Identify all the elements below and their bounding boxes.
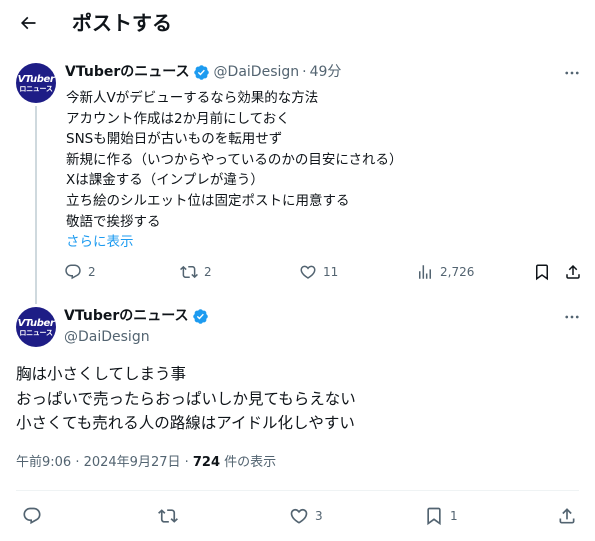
like-count: 11 [323, 265, 339, 279]
page-title: ポストする [72, 11, 172, 35]
like-button[interactable]: 11 [299, 263, 338, 281]
post-line: 敬語で挨拶する [66, 213, 161, 230]
avatar-text-top: VTuber [17, 73, 55, 85]
verified-badge-icon [193, 64, 210, 81]
display-name[interactable]: VTuberのニュース [64, 307, 189, 325]
bookmark-icon [536, 264, 548, 281]
post-line: SNSも開始日が古いものを転用せず [66, 131, 283, 148]
views-count[interactable]: 724 [193, 455, 220, 470]
like-icon [290, 508, 308, 524]
post-line: 新規に作る（いつからやっているのかの目安にされる） [66, 151, 403, 168]
post-header: VTuberのニュース [64, 307, 209, 325]
post-line: Xは課金する（インプレが違う） [66, 172, 264, 189]
more-icon [565, 315, 579, 319]
post-line: 胸は小さくしてしまう事 [16, 365, 187, 383]
avatar-text-bottom: ロニュース [19, 84, 53, 93]
back-arrow-icon [20, 16, 36, 30]
share-icon [566, 264, 580, 279]
views-label: 件の表示 [220, 455, 277, 470]
more-button[interactable] [561, 62, 583, 84]
repost-count: 2 [204, 265, 212, 279]
post-text: 胸は小さくしてしまう事 おっぱいで売ったらおっぱいしか見てもらえない 小さくても… [16, 362, 576, 436]
thread-line [35, 106, 37, 304]
reply-icon [65, 264, 81, 280]
more-icon [565, 71, 579, 75]
post-text: 今新人Vがデビューするなら効果的な方法 アカウント作成は2か月前にしておく SN… [66, 88, 566, 253]
bookmark-button[interactable] [533, 263, 551, 281]
repost-button[interactable] [158, 506, 184, 526]
bookmark-icon [427, 507, 441, 526]
post-line: 立ち絵のシルエット位は固定ポストに用意する [66, 192, 350, 209]
like-button[interactable]: 3 [289, 506, 323, 526]
avatar[interactable]: VTuber ロニュース [16, 307, 56, 347]
views-button[interactable]: 2,726 [416, 263, 474, 281]
post-timestamp[interactable]: 午前9:06 · 2024年9月27日 · [16, 455, 193, 470]
share-button[interactable] [564, 263, 582, 281]
post-line: アカウント作成は2か月前にしておく [66, 110, 290, 127]
author-handle[interactable]: @DaiDesign [214, 63, 300, 81]
post-line: 小さくても売れる人の路線はアイドル化しやすい [16, 414, 355, 432]
back-button[interactable] [14, 9, 42, 37]
top-bar: ポストする [0, 0, 595, 46]
avatar-text-bottom: ロニュース [19, 328, 53, 337]
bookmark-count: 1 [450, 509, 458, 523]
reply-icon [23, 507, 41, 525]
repost-button[interactable]: 2 [180, 263, 212, 281]
share-button[interactable] [557, 506, 577, 526]
post-line: おっぱいで売ったらおっぱいしか見てもらえない [16, 389, 356, 408]
views-count: 2,726 [440, 265, 475, 279]
avatar-text-top: VTuber [17, 317, 55, 329]
like-icon [300, 265, 316, 279]
post-time[interactable]: 49分 [310, 63, 342, 81]
repost-icon [158, 509, 178, 523]
reply-button[interactable]: 2 [64, 263, 96, 281]
separator-dot: · [302, 64, 307, 80]
verified-badge-icon [192, 308, 209, 325]
post-meta: 午前9:06 · 2024年9月27日 · 724 件の表示 [16, 454, 276, 472]
share-icon [559, 508, 575, 524]
repost-icon [180, 265, 198, 279]
views-icon [419, 265, 431, 279]
reply-button[interactable] [22, 506, 48, 526]
post-line: 今新人Vがデビューするなら効果的な方法 [66, 90, 319, 106]
post-header: VTuberのニュース @DaiDesign · 49分 [65, 63, 341, 81]
like-count: 3 [315, 509, 323, 523]
reply-count: 2 [88, 265, 96, 279]
author-handle[interactable]: @DaiDesign [64, 329, 150, 345]
avatar[interactable]: VTuber ロニュース [16, 63, 56, 103]
more-button[interactable] [561, 306, 583, 328]
show-more-link[interactable]: さらに表示 [66, 232, 134, 253]
display-name[interactable]: VTuberのニュース [65, 63, 190, 81]
bookmark-button[interactable]: 1 [424, 506, 458, 526]
divider [16, 490, 579, 491]
